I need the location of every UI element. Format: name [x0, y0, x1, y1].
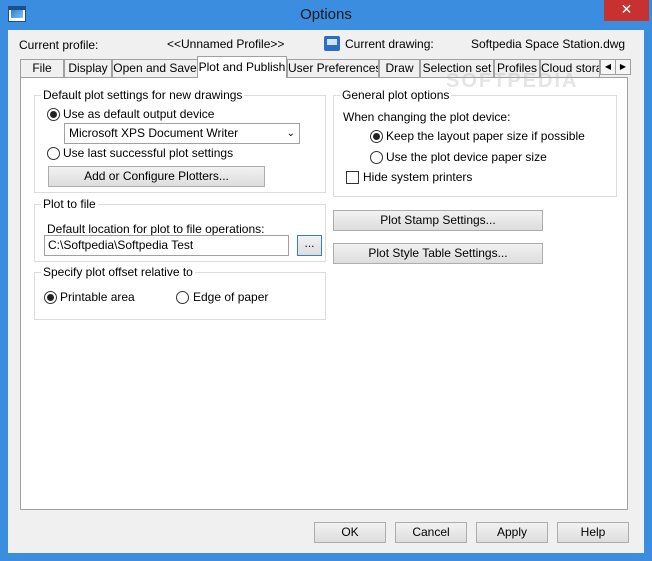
- edge-of-paper-label: Edge of paper: [193, 290, 269, 304]
- default-location-label: Default location for plot to file operat…: [47, 222, 265, 236]
- button-label: Add or Configure Plotters...: [84, 169, 229, 183]
- default-location-value: C:\Softpedia\Softpedia Test: [48, 238, 194, 252]
- tab-open-and-save[interactable]: Open and Save: [112, 59, 198, 77]
- close-button[interactable]: ✕: [604, 0, 649, 21]
- tab-label: Plot and Publish: [198, 60, 286, 74]
- plot-style-table-settings-button[interactable]: Plot Style Table Settings...: [333, 243, 543, 264]
- current-profile-label: Current profile:: [19, 38, 99, 52]
- button-label: Help: [580, 525, 606, 539]
- edge-of-paper-radio[interactable]: [176, 291, 189, 304]
- watermark: SOFTPEDIA: [446, 70, 579, 92]
- tab-scroll-right-icon[interactable]: ▶: [615, 59, 631, 75]
- cancel-button[interactable]: Cancel: [395, 522, 467, 543]
- when-changing-device-label: When changing the plot device:: [343, 110, 511, 124]
- tab-display[interactable]: Display: [64, 59, 112, 77]
- use-device-paper-radio[interactable]: [370, 151, 383, 164]
- default-location-input[interactable]: C:\Softpedia\Softpedia Test: [44, 235, 289, 256]
- general-plot-options-group: General plot options When changing the p…: [333, 88, 617, 197]
- default-plot-settings-title: Default plot settings for new drawings: [41, 88, 245, 102]
- use-default-device-label: Use as default output device: [63, 107, 215, 121]
- keep-layout-paper-label: Keep the layout paper size if possible: [386, 129, 585, 143]
- printable-area-radio[interactable]: [44, 291, 57, 304]
- use-last-settings-radio[interactable]: [47, 147, 60, 160]
- default-plot-settings-group: Default plot settings for new drawings U…: [34, 88, 326, 193]
- hide-system-printers-checkbox[interactable]: [346, 171, 359, 184]
- use-device-paper-label: Use the plot device paper size: [386, 150, 547, 164]
- tab-label: Draw: [385, 61, 414, 75]
- plot-and-publish-panel: Default plot settings for new drawings U…: [20, 77, 628, 510]
- chevron-down-icon: ⌄: [286, 128, 295, 139]
- printable-area-label: Printable area: [60, 290, 135, 304]
- tab-label: Open and Save: [113, 61, 197, 75]
- button-label: Plot Stamp Settings...: [380, 213, 496, 227]
- drawing-file-icon: [324, 36, 340, 51]
- general-plot-options-title: General plot options: [340, 88, 452, 102]
- button-label: Cancel: [412, 525, 450, 539]
- window-title: Options: [300, 6, 352, 23]
- dialog-client: Current profile: <<Unnamed Profile>> Cur…: [8, 30, 644, 553]
- help-button[interactable]: Help: [557, 522, 629, 543]
- current-drawing-value: Softpedia Space Station.dwg: [471, 37, 626, 51]
- hide-system-printers-label: Hide system printers: [363, 170, 473, 184]
- plot-offset-title: Specify plot offset relative to: [41, 265, 195, 279]
- tab-plot-and-publish[interactable]: Plot and Publish: [197, 56, 287, 78]
- plot-offset-group: Specify plot offset relative to Printabl…: [34, 265, 326, 320]
- current-drawing-label: Current drawing:: [345, 37, 434, 51]
- plot-to-file-title: Plot to file: [41, 197, 98, 211]
- current-profile-value: <<Unnamed Profile>>: [167, 37, 285, 51]
- use-last-settings-label: Use last successful plot settings: [63, 146, 234, 160]
- ok-button[interactable]: OK: [314, 522, 386, 543]
- output-device-value: Microsoft XPS Document Writer: [69, 126, 239, 140]
- plot-stamp-settings-button[interactable]: Plot Stamp Settings...: [333, 210, 543, 231]
- options-window: Options ✕ Current profile: <<Unnamed Pro…: [0, 0, 652, 561]
- use-default-device-radio[interactable]: [47, 108, 60, 121]
- tab-user-preferences[interactable]: User Preferences: [287, 59, 379, 77]
- plot-to-file-group: Plot to file Default location for plot t…: [34, 197, 326, 262]
- tab-label: User Preferences: [288, 61, 379, 75]
- keep-layout-paper-radio[interactable]: [370, 130, 383, 143]
- tab-file[interactable]: File: [20, 59, 64, 77]
- browse-location-button[interactable]: ...: [297, 235, 322, 256]
- add-configure-plotters-button[interactable]: Add or Configure Plotters...: [48, 166, 265, 187]
- button-label: Apply: [496, 525, 528, 539]
- tab-label: Display: [68, 61, 108, 75]
- button-label: OK: [341, 525, 359, 539]
- output-device-select[interactable]: Microsoft XPS Document Writer ⌄: [64, 123, 300, 144]
- title-bar[interactable]: Options ✕: [0, 0, 652, 30]
- tab-label: File: [32, 61, 52, 75]
- tab-draw[interactable]: Draw: [379, 59, 420, 77]
- button-label: Plot Style Table Settings...: [368, 246, 508, 260]
- apply-button[interactable]: Apply: [476, 522, 548, 543]
- tab-scroll-left-icon[interactable]: ◀: [600, 59, 616, 75]
- button-label: ...: [304, 236, 315, 250]
